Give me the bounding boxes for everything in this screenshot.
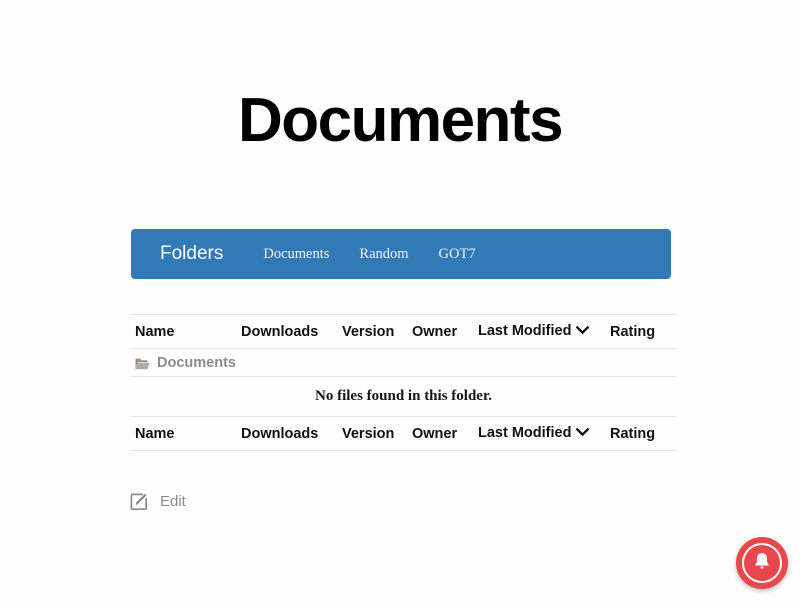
chevron-down-icon bbox=[576, 323, 590, 339]
empty-message: No files found in this folder. bbox=[131, 376, 676, 417]
navbar: Folders Documents Random GOT7 bbox=[131, 229, 671, 279]
bell-icon bbox=[751, 550, 773, 577]
column-header-last-modified[interactable]: Last Modified bbox=[478, 314, 610, 349]
footer-header-downloads[interactable]: Downloads bbox=[241, 416, 342, 451]
folder-cell[interactable]: Documents bbox=[131, 348, 676, 377]
column-header-name[interactable]: Name bbox=[131, 314, 241, 349]
notification-bell-button[interactable] bbox=[736, 537, 788, 589]
page-title: Documents bbox=[237, 86, 564, 155]
edit-label: Edit bbox=[160, 493, 186, 510]
table-footer-row: Name Downloads Version Owner Last Modifi… bbox=[131, 416, 676, 451]
table-footer: Name Downloads Version Owner Last Modifi… bbox=[131, 416, 676, 451]
footer-header-rating[interactable]: Rating bbox=[610, 416, 676, 451]
navbar-brand[interactable]: Folders bbox=[160, 243, 223, 265]
footer-header-last-modified-label: Last Modified bbox=[478, 425, 572, 442]
notification-bell-ring bbox=[742, 543, 782, 583]
column-header-rating[interactable]: Rating bbox=[610, 314, 676, 349]
column-header-version[interactable]: Version bbox=[342, 314, 412, 349]
nav-link-got7[interactable]: GOT7 bbox=[439, 246, 476, 263]
table-header-row: Name Downloads Version Owner Last Modifi… bbox=[131, 314, 676, 349]
folder-icon bbox=[135, 357, 150, 369]
nav-link-random[interactable]: Random bbox=[359, 246, 408, 263]
edit-button[interactable]: Edit bbox=[130, 492, 186, 511]
column-header-last-modified-label: Last Modified bbox=[478, 323, 572, 340]
table-body: Documents No files found in this folder. bbox=[131, 348, 676, 417]
folder-label: Documents bbox=[157, 354, 236, 371]
table-row-folder[interactable]: Documents bbox=[131, 348, 676, 377]
footer-header-version[interactable]: Version bbox=[342, 416, 412, 451]
column-header-downloads[interactable]: Downloads bbox=[241, 314, 342, 349]
nav-link-documents[interactable]: Documents bbox=[263, 246, 329, 263]
footer-header-name[interactable]: Name bbox=[131, 416, 241, 451]
column-header-owner[interactable]: Owner bbox=[412, 314, 478, 349]
table-row-empty: No files found in this folder. bbox=[131, 376, 676, 417]
footer-header-owner[interactable]: Owner bbox=[412, 416, 478, 451]
footer-header-last-modified[interactable]: Last Modified bbox=[478, 416, 610, 451]
navbar-links: Documents Random GOT7 bbox=[263, 246, 505, 263]
table-header: Name Downloads Version Owner Last Modifi… bbox=[131, 314, 676, 349]
chevron-down-icon bbox=[576, 425, 590, 441]
edit-pencil-square-icon bbox=[130, 492, 149, 511]
file-table: Name Downloads Version Owner Last Modifi… bbox=[131, 314, 676, 451]
